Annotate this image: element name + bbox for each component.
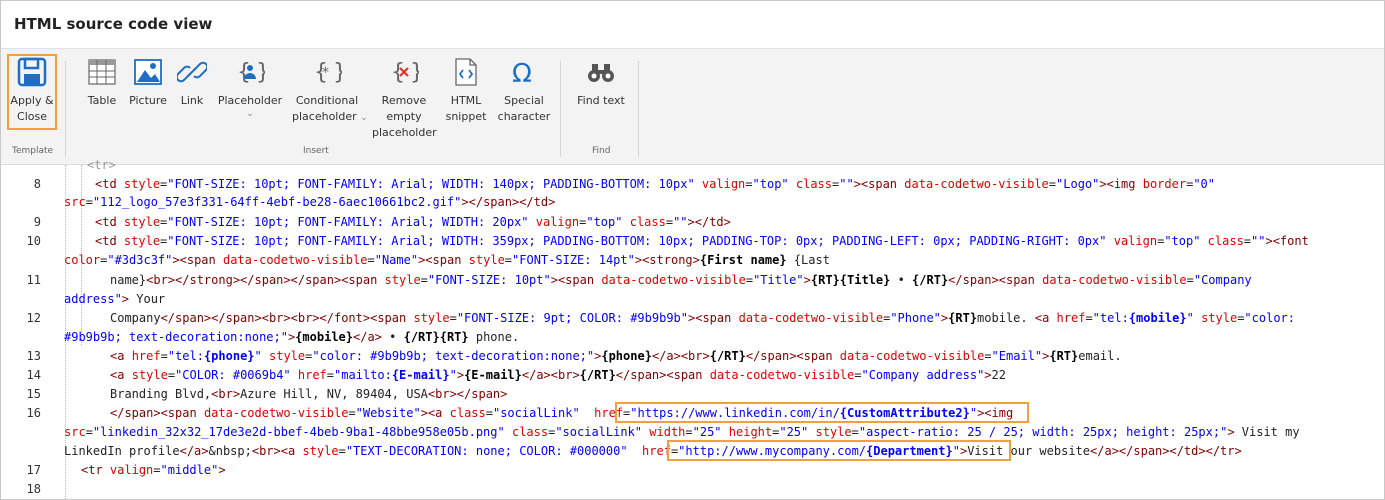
department-href-highlight [667, 440, 1011, 461]
code-line: #9b9b9b; text-decoration:none;">{mobile}… [64, 330, 520, 344]
linkedin-href-highlight [615, 402, 1029, 423]
html-source-dialog: HTML source code view Apply & Close Temp… [0, 0, 1385, 500]
code-line: LinkedIn profile</a>&nbsp;<br><a style="… [64, 444, 1242, 458]
table-icon [88, 59, 116, 85]
dialog-title: HTML source code view [14, 15, 213, 33]
line-number: 14 [26, 368, 41, 382]
code-line: src="linkedin_32x32_17de3e2d-bbef-4beb-9… [64, 425, 1300, 439]
table-label: Table [87, 94, 117, 107]
omega-icon: Ω [512, 59, 532, 87]
code-line: src="112_logo_57e3f331-64ff-4ebf-be28-6a… [64, 195, 556, 209]
svg-text:}: } [410, 60, 419, 85]
code-line: <td style="FONT-SIZE: 10pt; FONT-FAMILY:… [95, 177, 1216, 191]
line-number: 10 [26, 234, 41, 248]
placeholder-icon: {} [237, 60, 265, 85]
html-snippet-button[interactable]: HTML snippet [445, 57, 487, 125]
save-icon [17, 57, 47, 87]
code-line: <tr> [87, 158, 116, 172]
link-button[interactable]: Link [175, 57, 209, 109]
picture-label: Picture [129, 94, 167, 107]
special-character-label: Special character [497, 94, 551, 123]
find-text-label: Find text [577, 94, 625, 107]
code-line: address"> Your [64, 292, 166, 306]
conditional-placeholder-icon: {}* [314, 60, 342, 85]
placeholder-button[interactable]: {} Placeholder ⌄ [217, 57, 283, 119]
chevron-down-icon: ⌄ [246, 109, 254, 119]
chevron-down-icon: ⌄ [360, 113, 368, 123]
html-snippet-label: HTML snippet [445, 94, 487, 123]
code-line: Company</span></span><br><br></font><spa… [110, 311, 1295, 325]
line-number: 11 [26, 273, 41, 287]
remove-empty-placeholder-button[interactable]: {} Remove empty placeholder [372, 57, 437, 141]
html-snippet-icon [455, 58, 477, 86]
code-line: color="#3d3c3f"><span data-codetwo-visib… [64, 253, 830, 267]
line-number: 18 [26, 482, 41, 496]
line-number: 13 [26, 349, 41, 363]
group-template-label: Template [12, 146, 54, 156]
remove-empty-placeholder-label: Remove empty placeholder [372, 94, 437, 139]
apply-close-button[interactable]: Apply & Close [7, 57, 57, 125]
code-editor[interactable]: 8 <tr> <td style="FONT-SIZE: 10pt; FONT-… [1, 158, 1384, 499]
table-button[interactable]: Table [85, 57, 119, 109]
code-line: <tr valign="middle"> [81, 463, 226, 477]
find-text-button[interactable]: Find text [575, 57, 627, 109]
code-line: <a href="tel:{phone}" style="color: #9b9… [110, 349, 1122, 363]
line-number: 9 [33, 215, 41, 229]
svg-text:{: { [237, 60, 251, 85]
placeholder-label: Placeholder [217, 94, 283, 107]
divider [560, 61, 561, 157]
conditional-placeholder-button[interactable]: {}* Conditional placeholder ⌄ [292, 57, 368, 126]
line-number: 12 [26, 311, 41, 325]
code-line: name}<br></strong></span></span><span st… [110, 273, 1252, 287]
group-insert-label: Insert [303, 146, 329, 156]
code-line: <td style="FONT-SIZE: 10pt; FONT-FAMILY:… [95, 234, 1309, 248]
remove-placeholder-icon: {} [391, 60, 419, 85]
svg-text:}: } [256, 60, 265, 85]
svg-text:}: } [333, 60, 342, 85]
line-number: 16 [26, 406, 41, 420]
line-number: 15 [26, 387, 41, 401]
code-line: <a style="COLOR: #0069b4" href="mailto:{… [110, 368, 1006, 382]
ribbon-toolbar: Apply & Close Template Table Picture Lin… [1, 48, 1384, 165]
picture-button[interactable]: Picture [128, 57, 168, 109]
divider [638, 61, 639, 157]
svg-text:*: * [322, 65, 329, 81]
svg-text:Ω: Ω [512, 59, 532, 87]
special-character-button[interactable]: Ω Special character [497, 57, 551, 125]
group-find-label: Find [592, 146, 611, 156]
binoculars-icon [588, 64, 614, 82]
divider [65, 61, 66, 157]
conditional-placeholder-label: Conditional placeholder ⌄ [292, 94, 368, 123]
picture-icon [134, 59, 162, 85]
code-line: <td style="FONT-SIZE: 10pt; FONT-FAMILY:… [95, 215, 731, 229]
apply-close-label: Apply & Close [10, 94, 54, 123]
line-number: 8 [33, 177, 41, 191]
link-label: Link [180, 94, 204, 107]
link-icon [177, 61, 207, 83]
code-line: Branding Blvd,<br>Azure Hill, NV, 89404,… [110, 387, 508, 401]
line-number: 17 [26, 463, 41, 477]
